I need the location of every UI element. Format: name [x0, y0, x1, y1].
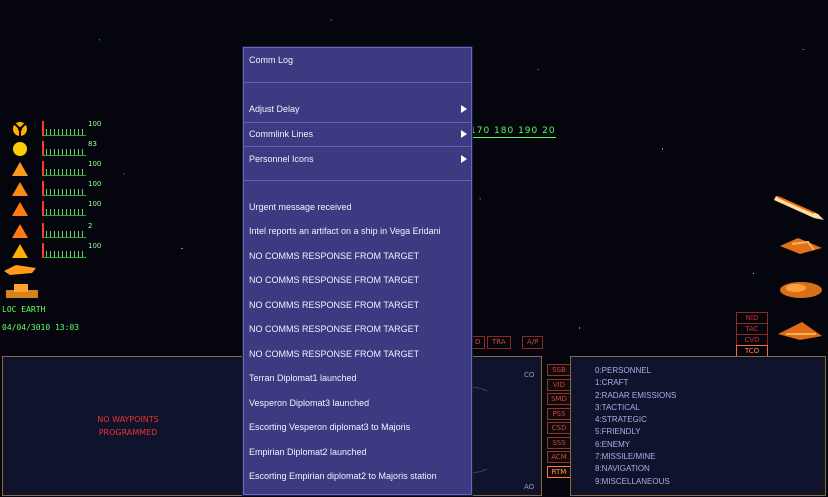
menu-separator: [244, 122, 471, 123]
legend-item: 7:MISSILE/MINE: [595, 452, 656, 462]
legend-item: 4:STRATEGIC: [595, 415, 647, 425]
location-readout: LOC EARTH: [2, 305, 46, 314]
status-gauge: 2: [10, 222, 92, 240]
menu-item-empirian-diplomat2-launched[interactable]: Empirian Diplomat2 launched: [244, 440, 471, 464]
mfd-button-sss[interactable]: SSS: [547, 436, 571, 449]
status-bar: [42, 161, 86, 176]
fighter-ship-icon[interactable]: [778, 234, 824, 262]
menu-item-no-comms-response-from-target[interactable]: NO COMMS RESPONSE FROM TARGET: [244, 293, 471, 317]
status-gauge: 100: [10, 160, 101, 178]
legend-panel: 0:PERSONNEL 1:CRAFT 2:RADAR EMISSIONS 3:TAC…: [570, 356, 826, 496]
menu-item-escorting-vesperon-diplomat3-to-majoris[interactable]: Escorting Vesperon diplomat3 to Majoris: [244, 415, 471, 439]
cruiser-ship-icon[interactable]: [778, 278, 824, 306]
status-bar: [42, 141, 86, 156]
mfd-button-rtm[interactable]: RTM: [547, 465, 571, 478]
mfd-button-csd[interactable]: CSD: [547, 422, 571, 434]
shield-triangle-icon: [10, 161, 30, 177]
legend-item: 6:ENEMY: [595, 439, 631, 449]
legend-item: 3:TACTICAL: [595, 402, 640, 412]
menu-item-personnel-icons[interactable]: Personnel Icons: [244, 147, 471, 171]
menu-item-commlink-lines[interactable]: Commlink Lines: [244, 122, 471, 146]
menu-item-no-comms-response-from-target[interactable]: NO COMMS RESPONSE FROM TARGET: [244, 342, 471, 366]
heading-readout: 170 180 190 20: [470, 126, 556, 138]
status-gauge: 100: [10, 242, 101, 260]
mfd-button-vid[interactable]: VID: [547, 378, 571, 391]
status-value: 100: [88, 242, 102, 250]
status-bar: [42, 223, 86, 238]
status-gauge: 100: [10, 120, 101, 138]
tab-autopilot[interactable]: A/P: [522, 336, 544, 349]
menu-item-no-comms-response-from-target[interactable]: NO COMMS RESPONSE FROM TARGET: [244, 244, 471, 268]
menu-separator: [244, 180, 471, 181]
radar-label-bottom: AO: [524, 483, 535, 491]
legend-item: 5:FRIENDLY: [595, 427, 641, 437]
menu-item-no-comms-response-from-target[interactable]: NO COMMS RESPONSE FROM TARGET: [244, 317, 471, 341]
legend-item: 8:NAVIGATION: [595, 464, 650, 474]
status-gauge: 83: [10, 140, 97, 158]
fuel-triangle-icon: [10, 181, 30, 197]
legend-item: 2:RADAR EMISSIONS: [595, 390, 677, 400]
datetime-readout: 04/04/3010 13:03: [2, 323, 80, 332]
craft-icon: [2, 262, 38, 282]
menu-item-escorting-empirian-diplomat2-to-majoris-station[interactable]: Escorting Empirian diplomat2 to Majoris …: [244, 464, 471, 488]
menu-item-terran-diplomat1-launched[interactable]: Terran Diplomat1 launched: [244, 366, 471, 390]
status-value: 100: [88, 120, 102, 128]
legend-item: 0:PERSONNEL: [595, 366, 652, 375]
status-value: 100: [88, 180, 102, 188]
sun-icon: [10, 141, 30, 157]
menu-item-adjust-delay[interactable]: Adjust Delay: [244, 97, 471, 121]
radar-label-top: CO: [524, 371, 535, 379]
comm-popup-menu: Comm Log Adjust Delay Commlink Lines Person…: [243, 47, 472, 495]
mfd-button-ssb[interactable]: SSB: [547, 364, 571, 376]
mfd-button-acm[interactable]: ACM: [547, 451, 571, 463]
status-bar: [42, 181, 86, 196]
status-value: 2: [88, 222, 93, 230]
navigation-panel: NO WAYPOINTS PROGRAMMED: [2, 356, 244, 496]
menu-separator: [244, 146, 471, 147]
status-value: 100: [88, 160, 102, 168]
status-gauge: 100: [10, 180, 101, 198]
status-bar: [42, 201, 86, 216]
status-gauge: 100: [10, 200, 101, 218]
menu-item-intel-reports-an-artifact-on-a-ship-in-vega-eridani[interactable]: Intel reports an artifact on a ship in V…: [244, 219, 471, 243]
no-waypoints-message: NO WAYPOINTS PROGRAMMED: [97, 415, 159, 437]
tab-tra[interactable]: TRA: [487, 336, 511, 349]
engine-icon: [10, 243, 30, 259]
status-bar: [42, 121, 86, 136]
mfd-button-pss[interactable]: PSS: [547, 407, 571, 420]
menu-item-comm-log[interactable]: Comm Log: [244, 48, 471, 72]
menu-item-urgent-message-received[interactable]: Urgent message received: [244, 195, 471, 219]
missile-icon[interactable]: [774, 192, 826, 226]
radar-panel: CO AO: [468, 356, 542, 496]
radar-legend-list: 0:PERSONNEL 1:CRAFT 2:RADAR EMISSIONS 3:TAC…: [595, 365, 676, 488]
status-value: 100: [88, 200, 102, 208]
menu-item-no-comms-response-from-target[interactable]: NO COMMS RESPONSE FROM TARGET: [244, 268, 471, 292]
legend-item: 1:CRAFT: [595, 378, 629, 388]
tab-tra-partial[interactable]: D: [470, 336, 486, 349]
station-icon: [2, 282, 42, 304]
menu-separator: [244, 82, 471, 83]
hull-icon: [10, 223, 30, 239]
warning-triangle-icon: [10, 201, 30, 217]
legend-item: 9:MISCELLANEOUS: [595, 476, 670, 486]
menu-item-vesperon-diplomat3-launched[interactable]: Vesperon Diplomat3 launched: [244, 391, 471, 415]
status-bar: [42, 243, 86, 258]
mfd-button-smd[interactable]: SMD: [547, 393, 571, 405]
bomber-ship-icon[interactable]: [776, 318, 824, 348]
radiation-icon: [10, 121, 30, 137]
status-value: 83: [88, 140, 97, 148]
